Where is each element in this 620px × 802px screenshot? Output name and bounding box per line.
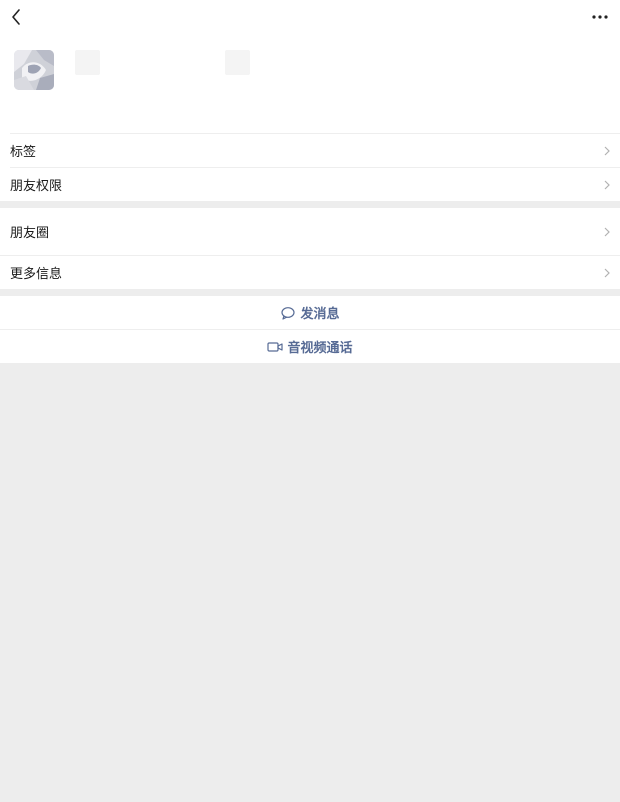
menu-item-label: 朋友圈	[10, 226, 50, 241]
back-chevron-icon[interactable]	[6, 6, 28, 28]
chevron-right-icon	[604, 180, 610, 189]
menu-item-moments[interactable]: 朋友圈	[0, 208, 620, 255]
menu-item-tags[interactable]: 标签	[0, 134, 620, 167]
chevron-right-icon	[604, 146, 610, 155]
video-call-button[interactable]: 音视频通话	[0, 330, 620, 363]
chevron-right-icon	[604, 268, 610, 277]
video-camera-icon	[267, 341, 284, 352]
send-message-label: 发消息	[300, 307, 340, 322]
more-icon[interactable]	[588, 6, 612, 28]
menu-item-more-info[interactable]: 更多信息	[0, 256, 620, 289]
menu-item-label: 更多信息	[10, 267, 63, 282]
video-call-label: 音视频通话	[287, 341, 353, 356]
id-placeholder	[225, 50, 250, 75]
avatar[interactable]	[14, 50, 54, 90]
avatar-image-icon	[14, 50, 54, 90]
menu-item-friend-permissions[interactable]: 朋友权限	[0, 168, 620, 201]
chat-bubble-icon	[281, 306, 296, 320]
menu-item-label: 朋友权限	[10, 179, 63, 194]
chevron-right-icon	[604, 227, 610, 236]
name-placeholder	[75, 50, 100, 75]
send-message-button[interactable]: 发消息	[0, 296, 620, 329]
section-gap	[0, 289, 620, 296]
section-gap	[0, 201, 620, 208]
contact-profile-screen: 标签 朋友权限 朋友圈 更多信息 发消息 音视频通话	[0, 0, 620, 802]
menu-item-label: 标签	[10, 145, 37, 160]
